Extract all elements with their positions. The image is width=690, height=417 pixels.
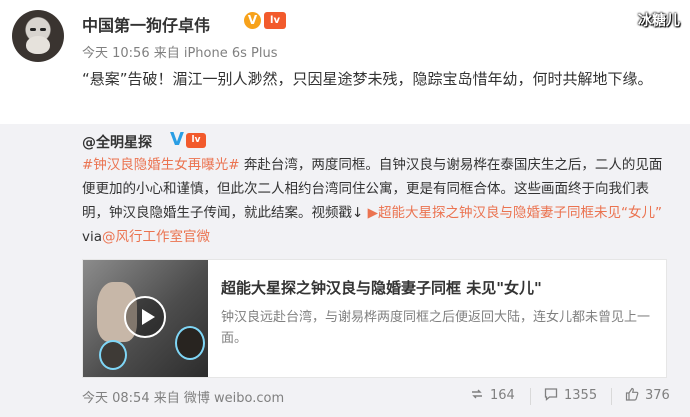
video-link-icon: ▶ [367, 205, 378, 221]
avatar[interactable] [12, 10, 64, 62]
verified-blue-icon: V [170, 129, 184, 150]
watermark: 冰糖儿 [638, 13, 680, 29]
level-badge-icon: lv [264, 12, 286, 29]
post-username[interactable]: 中国第一狗仔卓伟 [82, 12, 210, 36]
avatar-beard [26, 36, 50, 54]
comment-count: 1355 [564, 388, 598, 403]
thumbs-up-icon [625, 387, 639, 401]
repost-icon [472, 389, 482, 399]
comment-button[interactable]: 1355 [544, 387, 597, 407]
action-divider [530, 388, 531, 405]
video-link[interactable]: 超能大星探之钟汉良与隐婚妻子同框未见“女儿” [378, 205, 662, 221]
post-text: “悬案”告破！湄江一别人渺然，只因星途梦未残，隐踪宝岛惜年幼，何时共解地下缘。 [82, 70, 653, 88]
avatar-eye-right [40, 28, 46, 31]
verified-badge-icon: V [244, 12, 261, 29]
video-card[interactable]: 超能大星探之钟汉良与隐婚妻子同框 未见"女儿" 钟汉良远赴台湾，与谢易桦两度同框… [82, 259, 667, 378]
original-text: #钟汉良隐婚生女再曝光# 奔赴台湾，两度同框。自钟汉良与谢易桦在泰国庆生之后，二… [82, 153, 667, 249]
repost-count: 164 [490, 388, 515, 403]
comment-icon [544, 388, 558, 401]
via-user-link[interactable]: @风行工作室官微 [102, 229, 210, 245]
video-card-title[interactable]: 超能大星探之钟汉良与隐婚妻子同框 未见"女儿" [221, 277, 542, 298]
play-icon[interactable] [124, 296, 166, 338]
like-count: 376 [645, 388, 670, 403]
repost-button[interactable]: 164 [470, 387, 515, 407]
action-divider [611, 388, 612, 405]
post-timestamp-source[interactable]: 今天 10:56 来自 iPhone 6s Plus [82, 42, 278, 61]
avatar-eye-left [30, 28, 36, 31]
thumbnail-face-circle [175, 326, 205, 360]
via-label: via [82, 229, 103, 245]
original-username[interactable]: @全明星探 [82, 132, 152, 152]
video-thumbnail[interactable] [83, 260, 208, 377]
repost-timestamp-source[interactable]: 今天 08:54 来自 微博 weibo.com [82, 387, 284, 406]
like-button[interactable]: 376 [625, 387, 670, 407]
thumbnail-face-circle [99, 340, 127, 370]
video-card-description: 钟汉良远赴台湾，与谢易桦两度同框之后便返回大陆，连女儿都未曾见上一面。 [221, 310, 651, 346]
level-badge-icon: lv [186, 133, 206, 148]
hashtag-link[interactable]: #钟汉良隐婚生女再曝光# [82, 157, 240, 173]
